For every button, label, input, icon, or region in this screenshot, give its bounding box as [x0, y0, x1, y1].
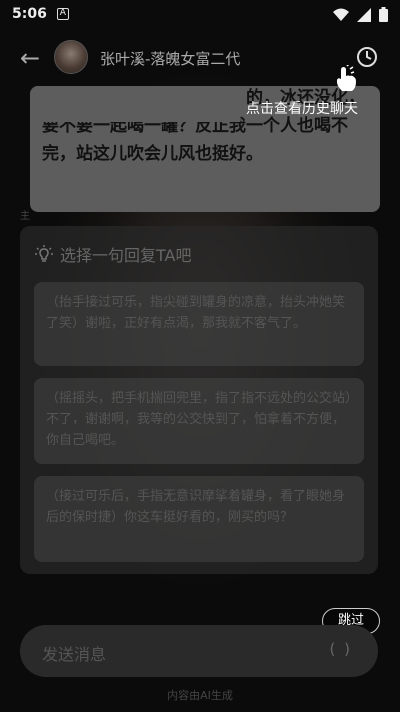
message-input-placeholder[interactable]: 发送消息	[42, 641, 106, 665]
history-clock-icon[interactable]	[356, 46, 378, 68]
action-parentheses-button[interactable]: ( )	[330, 640, 352, 658]
ai-disclaimer: 内容由AI生成	[167, 689, 233, 702]
signal-icon	[357, 7, 371, 22]
wifi-icon	[333, 8, 349, 21]
reply-panel-header: 选择一句回复TA吧	[34, 242, 191, 266]
page-title: 张叶溪-落魄女富二代	[100, 50, 241, 68]
lightbulb-icon	[35, 245, 53, 262]
avatar[interactable]	[54, 40, 88, 74]
reply-panel-title: 选择一句回复TA吧	[60, 246, 192, 265]
tap-hand-icon	[336, 65, 356, 91]
history-tooltip: 点击查看历史聊天	[246, 101, 358, 117]
bubble-fade	[30, 86, 240, 122]
reply-option-1[interactable]: （抬手接过可乐，指尖碰到罐身的凉意，抬头冲她笑了笑）谢啦，正好有点渴，那我就不客…	[34, 282, 364, 366]
reply-panel: 选择一句回复TA吧 （抬手接过可乐，指尖碰到罐身的凉意，抬头冲她笑了笑）谢啦，正…	[20, 226, 378, 574]
side-mark: 主	[20, 211, 30, 222]
status-bar: 5:06 A	[0, 0, 400, 28]
message-input-bar[interactable]: 发送消息 ( )	[20, 625, 378, 677]
back-arrow-icon[interactable]: ←	[20, 46, 40, 70]
status-time: 5:06	[12, 6, 47, 22]
battery-icon	[379, 7, 388, 22]
notification-icon: A	[56, 8, 69, 20]
reply-option-3[interactable]: （接过可乐后，手指无意识摩挲着罐身，看了眼她身后的保时捷）你这车挺好看的，刚买的…	[34, 476, 364, 562]
reply-option-2[interactable]: （摇摇头，把手机揣回兜里，指了指不远处的公交站）不了，谢谢啊，我等的公交快到了，…	[34, 378, 364, 464]
